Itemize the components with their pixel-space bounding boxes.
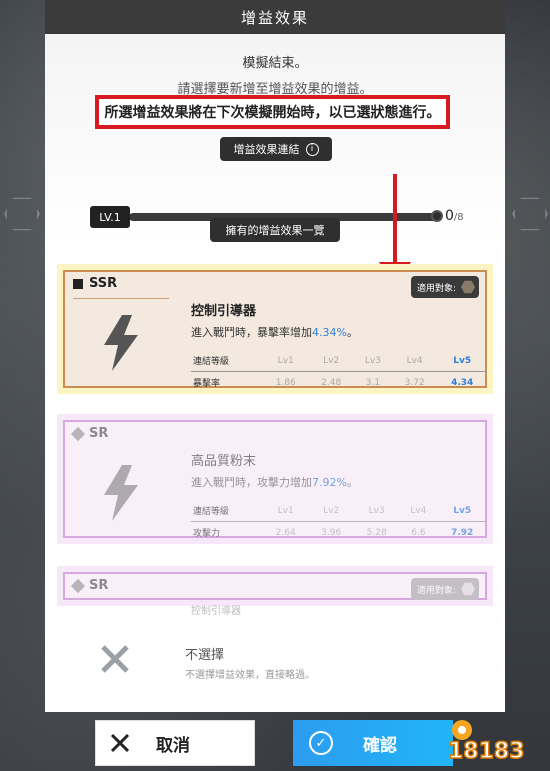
desc-prefix: 進入戰鬥時，暴擊率增加 (191, 326, 312, 339)
desc-suffix: 。 (346, 326, 358, 339)
skip-description: 不選擇增益效果，直接略過。 (185, 670, 315, 681)
progress-max: /8 (453, 212, 464, 223)
buff-name: 高品質粉末 (191, 454, 257, 469)
table-cell: 3.72 (404, 377, 425, 388)
table-header-cell: Lv1 (277, 505, 294, 516)
progress-end-knob (431, 210, 443, 222)
table-header-cell: 連結等級 (193, 357, 230, 367)
cancel-button[interactable]: 取消 (95, 720, 255, 766)
close-icon (110, 733, 130, 753)
table-cell: 攻擊力 (193, 529, 221, 539)
table-cell: 7.92 (451, 527, 474, 538)
site-watermark-logo: 18183 (440, 708, 544, 765)
rarity-text: SR (89, 426, 109, 441)
table-header-cell: Lv2 (323, 505, 340, 516)
buff-selection-dialog: 增益效果 模擬結束。 請選擇要新增至增益效果的增益。 所選增益效果將在下次模擬開… (45, 0, 505, 712)
table-header-cell: Lv4 (406, 355, 423, 366)
table-header-cell: 連結等級 (193, 507, 230, 517)
table-cell: 1.86 (275, 377, 296, 388)
desc-value: 4.34% (312, 326, 347, 339)
message-line-1: 模擬結束。 (242, 56, 308, 71)
rarity-diamond-icon (70, 426, 86, 441)
rarity-text: SSR (89, 276, 118, 291)
table-cell: 2.48 (321, 377, 342, 388)
buff-chain-label: 增益效果連結 (233, 143, 300, 156)
table-header-cell: Lv3 (364, 355, 381, 366)
watermark-text: 18183 (448, 739, 525, 764)
level-table: 連結等級 Lv1 Lv2 Lv3 Lv4 Lv5 攻擊力 2.64 3.96 5… (191, 500, 487, 543)
highlighted-message: 所選增益效果將在下次模擬開始時，以已選狀態進行。 (95, 95, 450, 129)
hexagon-decor-icon (512, 197, 548, 231)
desc-prefix: 進入戰鬥時，攻擊力增加 (191, 476, 312, 489)
skip-title: 不選擇 (185, 648, 225, 663)
owned-buffs-label: 擁有的增益效果一覽 (210, 218, 340, 242)
bolt-icon (73, 298, 169, 388)
bolt-icon (73, 448, 169, 538)
buff-card-ssr[interactable]: SSR 適用對象: 控制引導器 進入戰鬥時，暴擊率增加4.34%。 連結等級 L… (57, 264, 493, 394)
table-header-cell: Lv5 (453, 505, 472, 516)
chain-level-badge: LV.1 (90, 206, 130, 228)
confirm-button[interactable]: ✓ 確認 (293, 720, 453, 766)
table-header-cell: Lv4 (410, 505, 427, 516)
rarity-label: SSR (73, 276, 117, 291)
confirm-label: 確認 (363, 735, 397, 756)
rarity-square-icon (73, 278, 83, 289)
skip-option[interactable]: 不選擇 不選擇增益效果，直接略過。 (45, 618, 505, 712)
table-cell: 暴擊率 (193, 379, 221, 389)
desc-suffix: 。 (346, 476, 358, 489)
table-header-cell: Lv5 (453, 355, 472, 366)
target-button[interactable]: 適用對象: (411, 578, 479, 600)
table-cell: 6.6 (411, 527, 426, 538)
target-hex-icon (461, 280, 475, 294)
progress-current: 0 (445, 208, 454, 224)
cancel-label: 取消 (156, 735, 190, 756)
desc-value: 7.92% (312, 476, 347, 489)
buff-chain-button[interactable]: 增益效果連結 i (220, 137, 332, 161)
table-header-cell: Lv2 (323, 355, 340, 366)
rarity-label: SR (70, 578, 109, 593)
buff-name: 控制引導器 (191, 606, 241, 617)
hexagon-decor-icon (4, 197, 40, 231)
rarity-text: SR (89, 578, 109, 593)
table-cell: 5.28 (366, 527, 387, 538)
buff-card-sr[interactable]: SR 適用對象: 控制引導器 (57, 566, 493, 617)
table-cell: 2.64 (275, 527, 296, 538)
level-table: 連結等級 Lv1 Lv2 Lv3 Lv4 Lv5 暴擊率 1.86 2.48 3… (191, 350, 487, 393)
buff-name: 控制引導器 (191, 304, 257, 319)
table-header-cell: Lv1 (277, 355, 294, 366)
cross-icon (101, 645, 129, 673)
chain-progress-count: 0/8 (445, 208, 464, 224)
buff-description: 進入戰鬥時，攻擊力增加7.92%。 (191, 474, 358, 490)
table-cell: 4.34 (451, 377, 474, 388)
target-label: 適用對象: (417, 283, 457, 294)
rarity-diamond-icon (70, 578, 86, 593)
dialog-title: 增益效果 (45, 0, 505, 34)
rarity-label: SR (70, 426, 109, 441)
table-header-cell: Lv3 (368, 505, 385, 516)
table-cell: 3.1 (365, 377, 381, 388)
target-button[interactable]: 適用對象: (411, 276, 479, 298)
info-icon[interactable]: i (305, 142, 319, 156)
target-hex-icon (461, 582, 475, 596)
buff-description: 進入戰鬥時，暴擊率增加4.34%。 (191, 324, 358, 340)
dialog-intro: 模擬結束。 請選擇要新增至增益效果的增益。 所選增益效果將在下次模擬開始時，以已… (45, 34, 505, 290)
table-cell: 3.96 (321, 527, 342, 538)
target-label: 適用對象: (417, 585, 457, 596)
buff-card-sr[interactable]: SR 高品質粉末 進入戰鬥時，攻擊力增加7.92%。 連結等級 Lv1 Lv2 … (57, 414, 493, 544)
check-icon: ✓ (309, 731, 333, 755)
